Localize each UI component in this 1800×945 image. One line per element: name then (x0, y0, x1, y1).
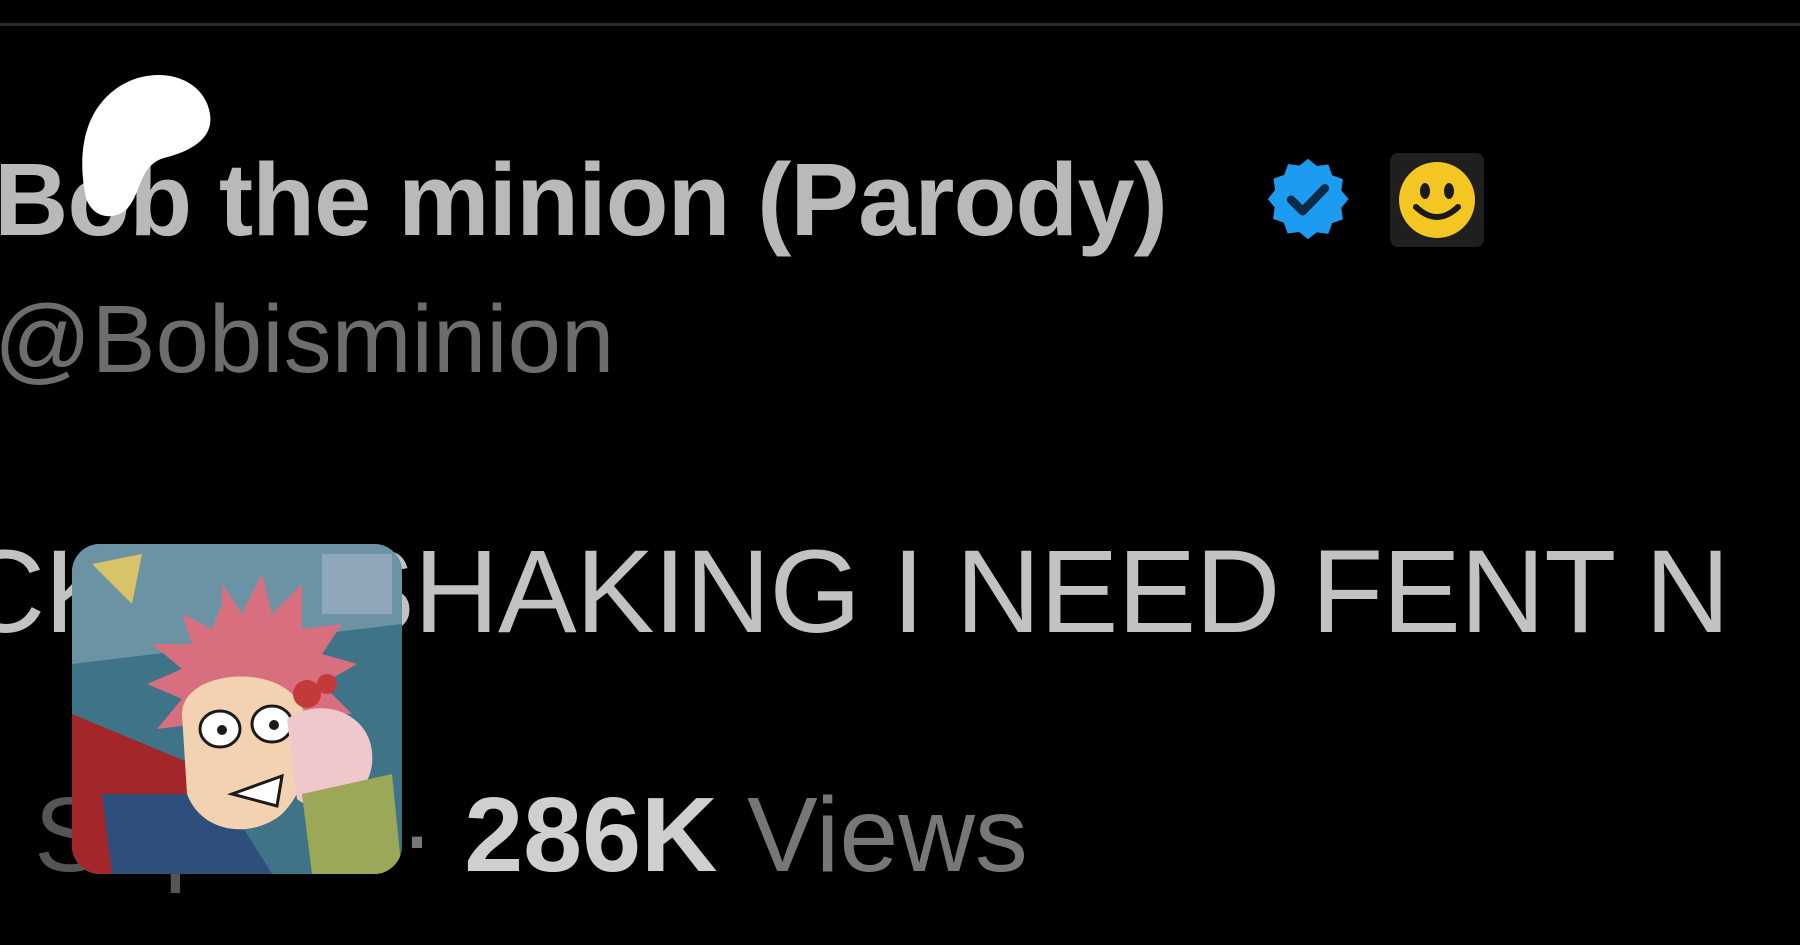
meta-separator: · (399, 776, 435, 894)
user-handle[interactable]: @Bobisminion (0, 285, 614, 395)
top-divider (0, 23, 1800, 26)
avatar-image[interactable] (72, 544, 402, 874)
views-label: Views (747, 776, 1028, 894)
verified-badge-icon[interactable] (1262, 153, 1354, 245)
affiliate-badge[interactable] (1390, 153, 1484, 247)
redaction-blob-shape (82, 75, 211, 217)
cartoon-character-illustration (72, 544, 402, 874)
view-count: 286K (464, 776, 718, 894)
smiley-face-icon (1399, 162, 1475, 238)
